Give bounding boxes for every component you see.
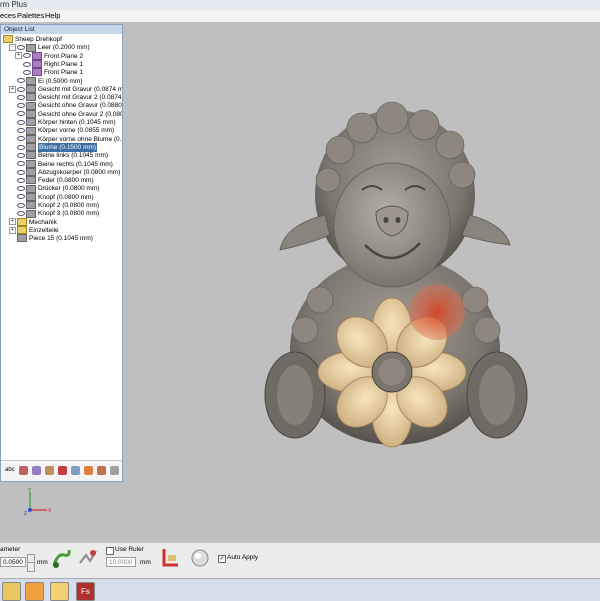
tree-item-label: Piece 15 (0.1045 mm) bbox=[29, 235, 93, 243]
auto-apply-checkbox[interactable]: ✓ bbox=[218, 555, 226, 563]
relief-icon bbox=[26, 101, 36, 110]
relief-icon bbox=[26, 93, 36, 102]
visibility-eye-icon[interactable] bbox=[17, 111, 25, 117]
copy-icon[interactable] bbox=[71, 466, 80, 475]
tree-item[interactable]: Piece 15 (0.1045 mm) bbox=[9, 234, 93, 243]
visibility-eye-icon[interactable] bbox=[17, 78, 25, 84]
visibility-eye-icon[interactable] bbox=[17, 94, 25, 100]
app-icon[interactable] bbox=[50, 582, 69, 601]
menu-pieces[interactable]: eces bbox=[0, 11, 16, 20]
collapse-icon[interactable]: - bbox=[9, 44, 16, 52]
use-ruler-checkbox[interactable] bbox=[106, 547, 114, 555]
relief-icon bbox=[26, 43, 36, 52]
title-bar: rm Plus bbox=[0, 0, 600, 10]
expand-icon[interactable]: + bbox=[9, 218, 16, 226]
layer-icon[interactable] bbox=[45, 466, 54, 475]
relief-icon bbox=[26, 209, 36, 218]
relief-icon[interactable] bbox=[32, 466, 41, 475]
plane-icon bbox=[32, 60, 42, 69]
relief-icon bbox=[26, 192, 36, 201]
axis-x-label: X bbox=[48, 508, 52, 514]
relief-icon bbox=[26, 201, 36, 210]
visibility-eye-icon[interactable] bbox=[17, 86, 25, 92]
text-tool-icon[interactable]: abc bbox=[5, 466, 15, 475]
object-list-title: Object List bbox=[1, 25, 122, 34]
sphere-tool-icon[interactable] bbox=[190, 547, 210, 569]
axis-gizmo: Y X Z bbox=[24, 488, 52, 517]
folder-icon[interactable] bbox=[2, 582, 21, 601]
bottom-toolbar: ameter 0.0500 mm Use Ruler 10.0000 mm ✓ … bbox=[0, 542, 600, 579]
axis-z-label: Z bbox=[24, 511, 27, 517]
ruler-unit: mm bbox=[140, 559, 151, 566]
plane-icon bbox=[32, 68, 42, 77]
auto-apply-label: Auto Apply bbox=[227, 554, 259, 561]
ruler-input[interactable]: 10.0000 bbox=[106, 557, 136, 567]
object-tree: Sheep Drehkopf - Leer (0.2000 mm) + Front Pl… bbox=[1, 35, 122, 457]
merge-icon[interactable] bbox=[19, 466, 28, 475]
ruler-icon[interactable] bbox=[160, 547, 180, 569]
spin-down-icon[interactable] bbox=[27, 562, 35, 572]
visibility-eye-icon[interactable] bbox=[17, 144, 25, 150]
relief-icon bbox=[26, 176, 36, 185]
folder-icon bbox=[17, 226, 27, 235]
visibility-eye-icon[interactable] bbox=[17, 211, 25, 217]
brush-icon[interactable] bbox=[52, 547, 72, 569]
parameter-label: ameter bbox=[0, 546, 21, 553]
visibility-eye-icon[interactable] bbox=[17, 169, 25, 175]
menu-palettes[interactable]: Palettes bbox=[17, 11, 44, 20]
relief-icon bbox=[26, 118, 36, 127]
visibility-eye-icon[interactable] bbox=[17, 177, 25, 183]
expand-icon[interactable]: + bbox=[9, 226, 16, 234]
visibility-eye-icon[interactable] bbox=[17, 103, 25, 109]
menu-help[interactable]: Help bbox=[45, 11, 60, 20]
relief-icon bbox=[26, 168, 36, 177]
visibility-eye-icon[interactable] bbox=[17, 45, 25, 51]
relief-icon bbox=[26, 159, 36, 168]
relief-icon bbox=[26, 85, 36, 94]
piece-icon[interactable] bbox=[58, 466, 67, 475]
visibility-eye-icon[interactable] bbox=[17, 161, 25, 167]
fs-app-icon[interactable]: Fs bbox=[76, 582, 95, 601]
expand-icon[interactable]: + bbox=[9, 85, 16, 93]
visibility-eye-icon[interactable] bbox=[17, 128, 25, 134]
visibility-eye-icon[interactable] bbox=[17, 119, 25, 125]
smooth-icon[interactable] bbox=[78, 547, 98, 569]
paint-icon[interactable] bbox=[84, 466, 93, 475]
window-title: rm Plus bbox=[0, 0, 28, 9]
visibility-eye-icon[interactable] bbox=[17, 152, 25, 158]
relief-icon bbox=[26, 151, 36, 160]
folder-icon bbox=[17, 217, 27, 226]
relief-icon bbox=[26, 76, 36, 85]
relief-icon bbox=[26, 143, 36, 152]
visibility-eye-icon[interactable] bbox=[23, 61, 31, 67]
visibility-eye-icon[interactable] bbox=[23, 69, 31, 75]
object-list-panel: Object List Sheep Drehkopf - Leer (0.2000 … bbox=[0, 24, 123, 482]
taskbar: Fs bbox=[0, 578, 600, 601]
visibility-eye-icon[interactable] bbox=[17, 194, 25, 200]
media-icon[interactable] bbox=[25, 582, 44, 601]
object-list-toolbar: abc bbox=[1, 460, 122, 481]
relief-icon bbox=[26, 126, 36, 135]
parameter-input[interactable]: 0.0500 bbox=[0, 557, 26, 567]
cut-icon[interactable] bbox=[97, 466, 106, 475]
relief-icon bbox=[26, 109, 36, 118]
axis-y-label: Y bbox=[28, 488, 32, 494]
relief-icon bbox=[26, 134, 36, 143]
visibility-eye-icon[interactable] bbox=[17, 186, 25, 192]
relief-icon bbox=[17, 234, 27, 243]
relief-icon bbox=[26, 184, 36, 193]
plane-icon bbox=[32, 51, 42, 60]
delete-icon[interactable] bbox=[110, 466, 119, 475]
expand-icon[interactable]: + bbox=[15, 52, 22, 60]
visibility-eye-icon[interactable] bbox=[23, 53, 31, 59]
use-ruler-label: Use Ruler bbox=[115, 546, 144, 553]
visibility-eye-icon[interactable] bbox=[17, 136, 25, 142]
parameter-unit: mm bbox=[37, 559, 48, 566]
folder-icon bbox=[3, 35, 13, 44]
visibility-eye-icon[interactable] bbox=[17, 202, 25, 208]
